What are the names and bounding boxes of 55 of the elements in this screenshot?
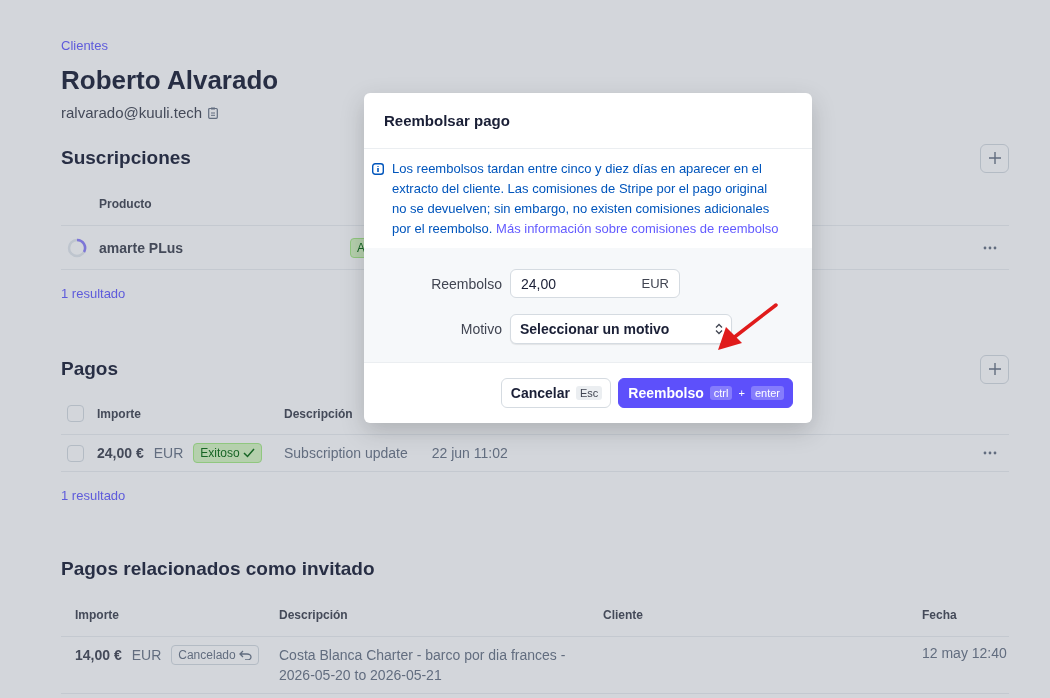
more-icon[interactable] bbox=[983, 245, 997, 250]
shortcut-key: ctrl bbox=[709, 386, 733, 400]
section-title: Pagos relacionados como invitado bbox=[61, 558, 375, 580]
cancel-button[interactable]: Cancelar Esc bbox=[500, 378, 612, 408]
dialog-title: Reembolsar pago bbox=[364, 93, 812, 149]
plus-icon bbox=[988, 363, 1001, 375]
refund-button[interactable]: Reembolso ctrl + enter bbox=[618, 378, 793, 408]
customer-name: Roberto Alvarado bbox=[61, 65, 280, 96]
add-button[interactable] bbox=[980, 354, 1009, 384]
more-icon[interactable] bbox=[983, 451, 997, 455]
field-label: Reembolso bbox=[430, 275, 502, 292]
currency-label: EUR bbox=[641, 276, 669, 291]
payment-description: Subscription update bbox=[284, 445, 408, 461]
column-header: Cliente bbox=[603, 607, 644, 622]
section-title: Suscripciones bbox=[61, 147, 191, 169]
shortcut-key: Esc bbox=[576, 386, 603, 400]
payment-description: Costa Blanca Charter - barco por dia frances - 2026-05-20 to 2026-05-21 bbox=[279, 646, 567, 685]
column-header: Producto bbox=[99, 196, 153, 211]
amount: 14,00 € bbox=[75, 647, 122, 663]
status-badge: Exitoso bbox=[193, 443, 262, 463]
customer-email: ralvarado@kuuli.tech bbox=[61, 104, 203, 121]
column-header: Importe bbox=[75, 607, 120, 622]
payment-date: 12 may 12:40 bbox=[922, 645, 1008, 661]
result-count: 1 resultado bbox=[61, 286, 126, 301]
add-button[interactable] bbox=[980, 143, 1009, 173]
plus-icon bbox=[988, 152, 1001, 164]
column-header: Importe bbox=[97, 406, 142, 421]
check-icon bbox=[242, 448, 255, 458]
refund-notice: Los reembolsos tardan entre cinco y diez días en aparecer en el extracto del cliente. Las comisiones de Stripe por el pago original no se devuelven; sin embargo, no existen comisiones adicionales por el reembolso. Más información sobre comisiones de reembolso bbox=[392, 160, 780, 238]
amount-field[interactable]: 24,00 EUR bbox=[510, 269, 680, 298]
reason-select[interactable]: Seleccionar un motivo bbox=[510, 314, 732, 344]
field-label: Motivo bbox=[459, 321, 502, 337]
shortcut-plus: + bbox=[738, 387, 745, 399]
amount: 24,00 € bbox=[97, 445, 144, 461]
result-count: 1 resultado bbox=[61, 488, 126, 503]
row-checkbox[interactable] bbox=[67, 444, 84, 462]
payment-date: 22 jun 11:02 bbox=[431, 445, 508, 461]
amount-value: 24,00 bbox=[521, 275, 557, 292]
progress-ring-icon bbox=[67, 237, 87, 258]
column-header: Descripción bbox=[284, 406, 354, 421]
status-badge: Cancelado bbox=[171, 645, 259, 665]
currency: EUR bbox=[153, 445, 184, 461]
breadcrumb-link[interactable]: Clientes bbox=[61, 38, 108, 53]
clipboard-icon[interactable] bbox=[208, 106, 219, 119]
undo-arrow-icon bbox=[238, 650, 252, 660]
column-header: Descripción bbox=[279, 607, 349, 622]
info-icon bbox=[372, 163, 384, 175]
shortcut-key: enter bbox=[750, 386, 784, 400]
section-title: Pagos bbox=[61, 358, 119, 380]
currency: EUR bbox=[131, 647, 162, 663]
column-header: Fecha bbox=[922, 607, 958, 622]
select-all-checkbox[interactable] bbox=[67, 405, 84, 422]
product-name[interactable]: amarte PLus bbox=[99, 239, 350, 256]
chevron-up-down-icon bbox=[715, 323, 723, 335]
fees-link[interactable]: Más información sobre comisiones de reembolso bbox=[496, 221, 779, 236]
